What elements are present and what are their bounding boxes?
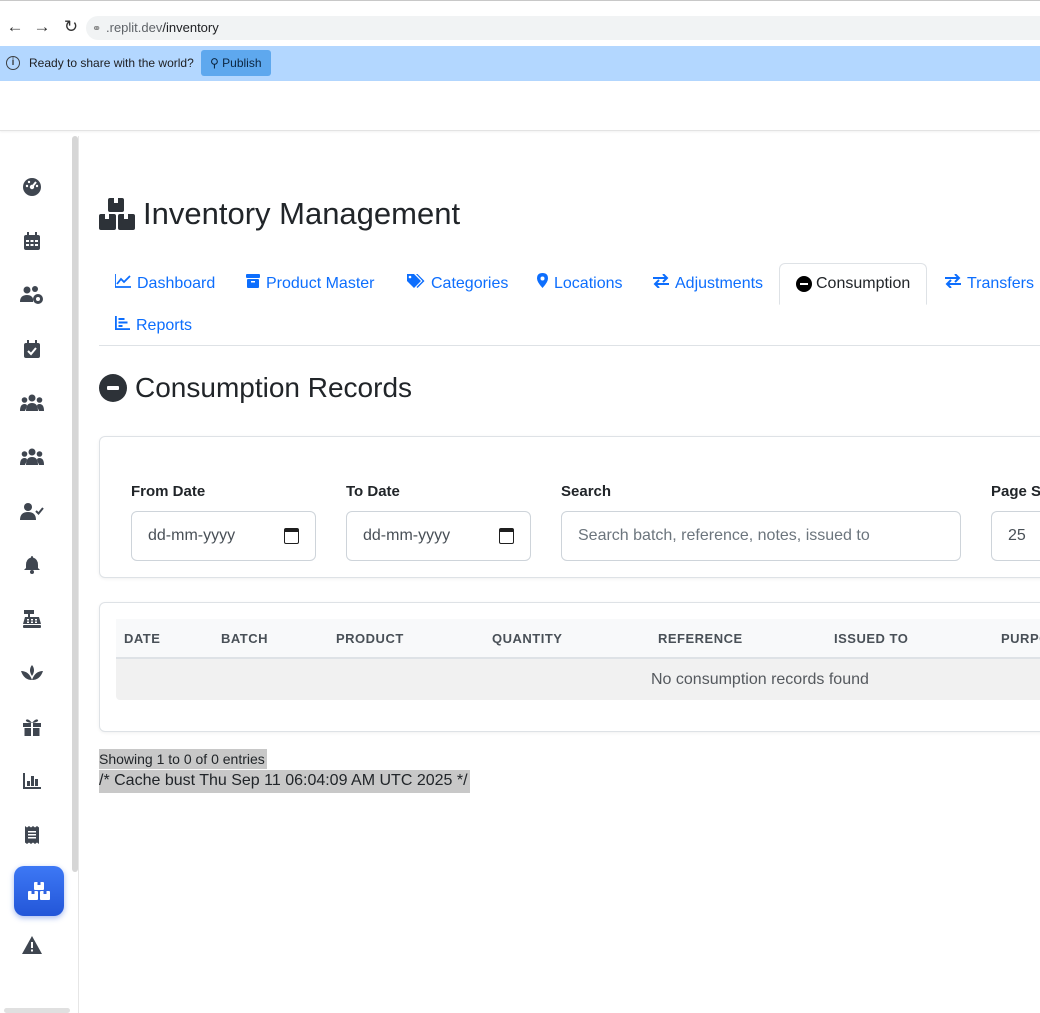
page-size-select[interactable]: 25 — [991, 511, 1040, 561]
column-header-batch[interactable]: BATCH — [221, 619, 268, 659]
tab-label: Product Master — [266, 275, 375, 292]
calendar-icon[interactable] — [14, 223, 50, 259]
exchange-icon — [653, 263, 669, 305]
column-header-quantity[interactable]: QUANTITY — [492, 619, 562, 659]
inventory-tabs: Dashboard Product Master Categories Loca… — [99, 263, 1040, 346]
box-icon — [246, 263, 260, 305]
tab-consumption[interactable]: Consumption — [779, 263, 928, 305]
address-bar[interactable]: ⚭ .replit.dev/inventory — [86, 16, 1040, 40]
page-size-label: Page S — [991, 483, 1040, 500]
info-icon: i — [6, 56, 20, 70]
users-gear-icon[interactable] — [14, 277, 50, 313]
boxes-icon[interactable] — [14, 866, 64, 916]
chart-bar-icon[interactable] — [14, 763, 50, 799]
back-arrow-icon[interactable]: ← — [5, 17, 25, 37]
publish-button[interactable]: ⚲ Publish — [201, 50, 271, 76]
reload-icon[interactable]: ↻ — [61, 17, 81, 37]
calendar-icon[interactable] — [284, 528, 299, 544]
chart-line-icon — [114, 263, 131, 305]
table-header: DATE BATCH PRODUCT QUANTITY REFERENCE IS… — [116, 619, 1040, 659]
calendar-check-icon[interactable] — [14, 331, 50, 367]
warning-icon[interactable] — [14, 927, 50, 963]
from-date-placeholder: dd-mm-yyyy — [148, 527, 236, 544]
tab-label: Transfers — [967, 275, 1034, 292]
tab-locations[interactable]: Locations — [537, 263, 623, 305]
empty-table-row: No consumption records found — [116, 659, 1040, 700]
tab-label: Locations — [554, 275, 623, 292]
page-title-text: Inventory Management — [143, 196, 461, 231]
publish-banner: i Ready to share with the world? ⚲ Publi… — [0, 46, 1040, 81]
column-header-purpose[interactable]: PURPO — [1001, 619, 1040, 659]
gift-icon[interactable] — [14, 709, 50, 745]
column-header-issued-to[interactable]: ISSUED TO — [834, 619, 908, 659]
to-date-placeholder: dd-mm-yyyy — [363, 527, 451, 544]
forward-arrow-icon[interactable]: → — [32, 17, 52, 37]
publish-label: Publish — [222, 56, 262, 70]
from-date-input[interactable]: dd-mm-yyyy — [131, 511, 316, 561]
link-icon: ⚭ — [92, 23, 102, 35]
column-header-reference[interactable]: REFERENCE — [658, 619, 743, 659]
search-label: Search — [561, 483, 612, 500]
bell-icon[interactable] — [14, 547, 50, 583]
tab-transfers[interactable]: Transfers — [945, 263, 1034, 305]
tags-icon — [407, 263, 425, 305]
cash-register-icon[interactable] — [14, 601, 50, 637]
search-input[interactable]: Search batch, reference, notes, issued t… — [561, 511, 961, 561]
tab-label: Adjustments — [675, 275, 764, 292]
sidebar-bottom-scrollbar[interactable] — [4, 1008, 70, 1013]
app-header — [0, 81, 1040, 131]
from-date-label: From Date — [131, 483, 206, 500]
banner-text: Ready to share with the world? — [29, 56, 194, 70]
section-title-text: Consumption Records — [135, 372, 413, 403]
consumption-table-card: DATE BATCH PRODUCT QUANTITY REFERENCE IS… — [99, 602, 1040, 732]
cache-bust-text: /* Cache bust Thu Sep 11 06:04:09 AM UTC… — [99, 770, 470, 793]
tab-label: Consumption — [816, 275, 911, 292]
pagination-info: Showing 1 to 0 of 0 entries — [99, 749, 267, 769]
page-size-value: 25 — [1008, 527, 1026, 544]
browser-toolbar: ← → ↻ ⚭ .replit.dev/inventory — [0, 0, 1040, 46]
sidebar-scrollbar[interactable] — [72, 136, 78, 872]
page-title: Inventory Management — [99, 196, 460, 232]
tab-dashboard[interactable]: Dashboard — [114, 263, 216, 305]
column-header-product[interactable]: PRODUCT — [336, 619, 404, 659]
tab-product-master[interactable]: Product Master — [246, 263, 374, 305]
boxes-icon — [99, 198, 135, 230]
tab-categories[interactable]: Categories — [407, 263, 508, 305]
minus-circle-icon — [796, 276, 812, 292]
tab-label: Categories — [431, 275, 509, 292]
spa-icon[interactable] — [14, 655, 50, 691]
people-group-icon[interactable] — [14, 385, 50, 421]
exchange-icon — [945, 263, 961, 305]
gauge-icon[interactable] — [14, 169, 50, 205]
column-header-date[interactable]: DATE — [124, 619, 160, 659]
search-placeholder: Search batch, reference, notes, issued t… — [578, 527, 870, 544]
receipt-icon[interactable] — [14, 817, 50, 853]
to-date-input[interactable]: dd-mm-yyyy — [346, 511, 531, 561]
sidebar — [0, 136, 79, 1013]
publish-icon: ⚲ — [210, 56, 219, 70]
tab-adjustments[interactable]: Adjustments — [653, 263, 763, 305]
tab-label: Dashboard — [137, 275, 216, 292]
map-marker-icon — [537, 263, 548, 305]
tab-reports[interactable]: Reports — [115, 305, 192, 347]
chart-bar-icon — [115, 305, 130, 347]
calendar-icon[interactable] — [499, 528, 514, 544]
minus-circle-icon — [99, 374, 127, 402]
url-host: .replit.dev — [106, 20, 163, 35]
to-date-label: To Date — [346, 483, 400, 500]
user-check-icon[interactable] — [14, 493, 50, 529]
filter-card: From Date dd-mm-yyyy To Date dd-mm-yyyy … — [99, 436, 1040, 578]
tab-label: Reports — [136, 317, 193, 334]
url-path: /inventory — [162, 20, 219, 35]
section-title: Consumption Records — [99, 372, 412, 404]
people-group-icon[interactable] — [14, 439, 50, 475]
